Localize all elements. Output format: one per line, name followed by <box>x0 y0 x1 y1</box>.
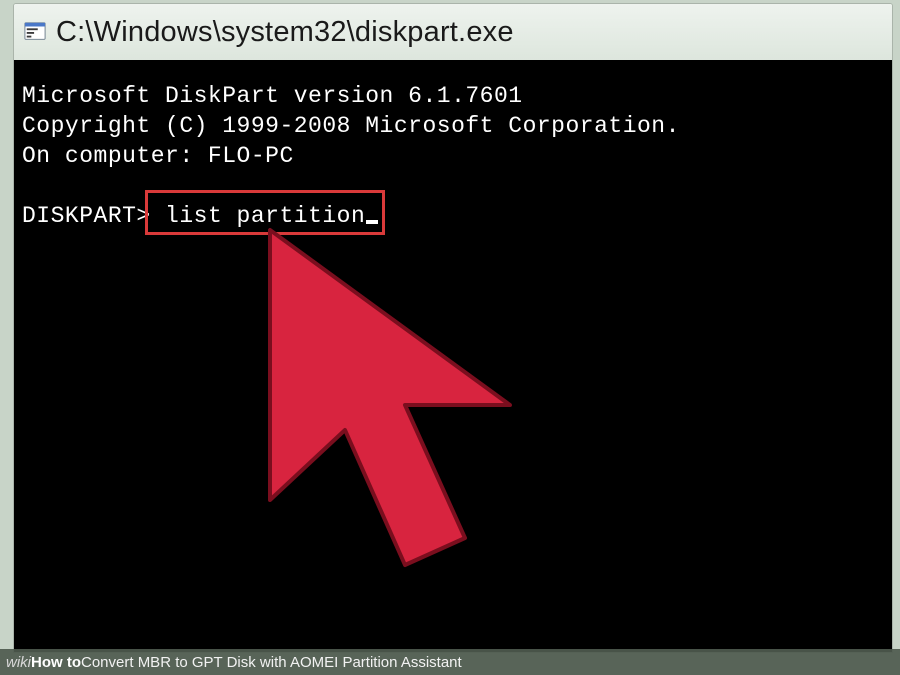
console-window: C:\Windows\system32\diskpart.exe Microso… <box>14 4 892 652</box>
caption-text: Convert MBR to GPT Disk with AOMEI Parti… <box>81 654 462 671</box>
console-app-icon <box>24 21 46 43</box>
terminal-output[interactable]: Microsoft DiskPart version 6.1.7601 Copy… <box>14 60 892 652</box>
terminal-line: Microsoft DiskPart version 6.1.7601 <box>22 83 523 109</box>
terminal-line: On computer: FLO-PC <box>22 143 294 169</box>
brand-suffix: How to <box>31 654 81 671</box>
terminal-line: Copyright (C) 1999-2008 Microsoft Corpor… <box>22 113 680 139</box>
brand-logo: wikiHow to <box>6 654 81 671</box>
text-cursor <box>366 220 378 224</box>
brand-prefix: wiki <box>6 654 31 671</box>
caption-bar: wikiHow to Convert MBR to GPT Disk with … <box>0 649 900 675</box>
window-title: C:\Windows\system32\diskpart.exe <box>56 16 514 49</box>
terminal-prompt: DISKPART> <box>22 203 151 229</box>
terminal-command: list partition <box>165 203 365 229</box>
titlebar[interactable]: C:\Windows\system32\diskpart.exe <box>14 4 892 61</box>
